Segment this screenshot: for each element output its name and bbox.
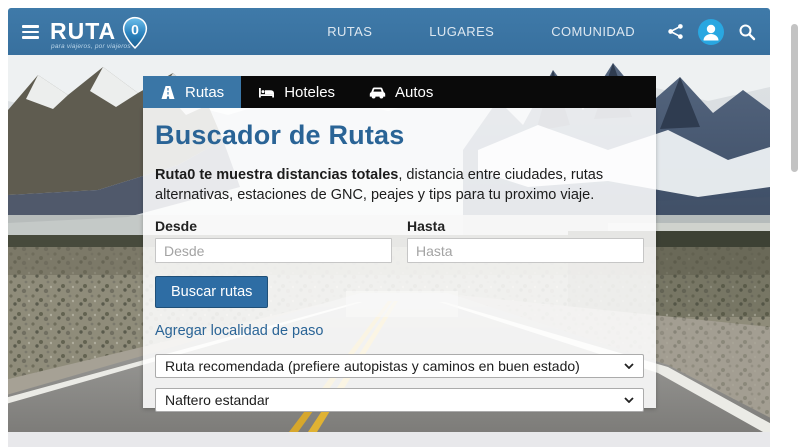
fuel-type-select[interactable]: Naftero estandar bbox=[155, 388, 644, 412]
search-icon[interactable] bbox=[738, 23, 756, 41]
tab-hoteles[interactable]: Hoteles bbox=[241, 76, 352, 108]
nav-link-comunidad[interactable]: COMUNIDAD bbox=[551, 24, 635, 39]
route-type-select[interactable]: Ruta recomendada (prefiere autopistas y … bbox=[155, 354, 644, 378]
tab-label: Rutas bbox=[185, 83, 225, 101]
tab-label: Autos bbox=[395, 83, 434, 101]
scrollbar-thumb[interactable] bbox=[791, 24, 798, 172]
tab-rutas[interactable]: Rutas bbox=[143, 76, 242, 108]
svg-text:0: 0 bbox=[131, 21, 139, 37]
fuel-type-selected-value: Naftero estandar bbox=[165, 392, 270, 408]
card-tabs: Rutas Hoteles Autos bbox=[143, 76, 656, 108]
from-field-group: Desde bbox=[155, 218, 392, 263]
hero-section: Rutas Hoteles Autos Buscador de Rutas Ru… bbox=[8, 55, 770, 432]
from-input[interactable] bbox=[155, 238, 392, 263]
nav-icons bbox=[667, 18, 756, 45]
nav-link-lugares[interactable]: LUGARES bbox=[429, 24, 494, 39]
top-navbar: RUTA para viajeros, por viajeros 0 RUTAS… bbox=[8, 8, 770, 55]
route-fields: Desde Hasta bbox=[155, 218, 644, 263]
next-section-strip bbox=[8, 432, 770, 447]
to-label: Hasta bbox=[407, 218, 446, 234]
from-label: Desde bbox=[155, 218, 198, 234]
route-type-selected-value: Ruta recomendada (prefiere autopistas y … bbox=[165, 358, 580, 374]
browser-content: RUTA para viajeros, por viajeros 0 RUTAS… bbox=[8, 8, 770, 432]
nav-links: RUTAS LUGARES COMUNIDAD bbox=[327, 24, 635, 39]
to-input[interactable] bbox=[407, 238, 644, 263]
brand-name: RUTA bbox=[50, 18, 117, 44]
chevron-down-icon bbox=[624, 397, 634, 403]
tab-autos[interactable]: Autos bbox=[352, 76, 450, 108]
user-avatar-icon[interactable] bbox=[698, 18, 724, 45]
to-field-group: Hasta bbox=[407, 218, 644, 263]
page: { "navbar": { "brand": "RUTA", "brand_ze… bbox=[0, 0, 800, 447]
search-routes-button[interactable]: Buscar rutas bbox=[155, 276, 269, 308]
road-icon bbox=[161, 85, 175, 99]
add-waypoint-link[interactable]: Agregar localidad de paso bbox=[155, 323, 323, 339]
intro-text: Ruta0 te muestra distancias totales, dis… bbox=[155, 167, 604, 203]
tab-label: Hoteles bbox=[284, 83, 336, 101]
page-title: Buscador de Rutas bbox=[155, 120, 405, 150]
share-icon[interactable] bbox=[667, 23, 684, 40]
route-search-card: Rutas Hoteles Autos Buscador de Rutas Ru… bbox=[143, 76, 656, 412]
bed-icon bbox=[259, 87, 275, 97]
car-icon bbox=[369, 87, 386, 98]
hamburger-menu-icon[interactable] bbox=[22, 25, 39, 39]
chevron-down-icon bbox=[624, 363, 634, 369]
card-body: Buscador de Rutas Ruta0 te muestra dista… bbox=[143, 108, 656, 412]
nav-link-rutas[interactable]: RUTAS bbox=[327, 24, 372, 39]
brand-logo[interactable]: RUTA para viajeros, por viajeros 0 bbox=[50, 14, 149, 50]
brand-tagline: para viajeros, por viajeros bbox=[51, 43, 131, 50]
